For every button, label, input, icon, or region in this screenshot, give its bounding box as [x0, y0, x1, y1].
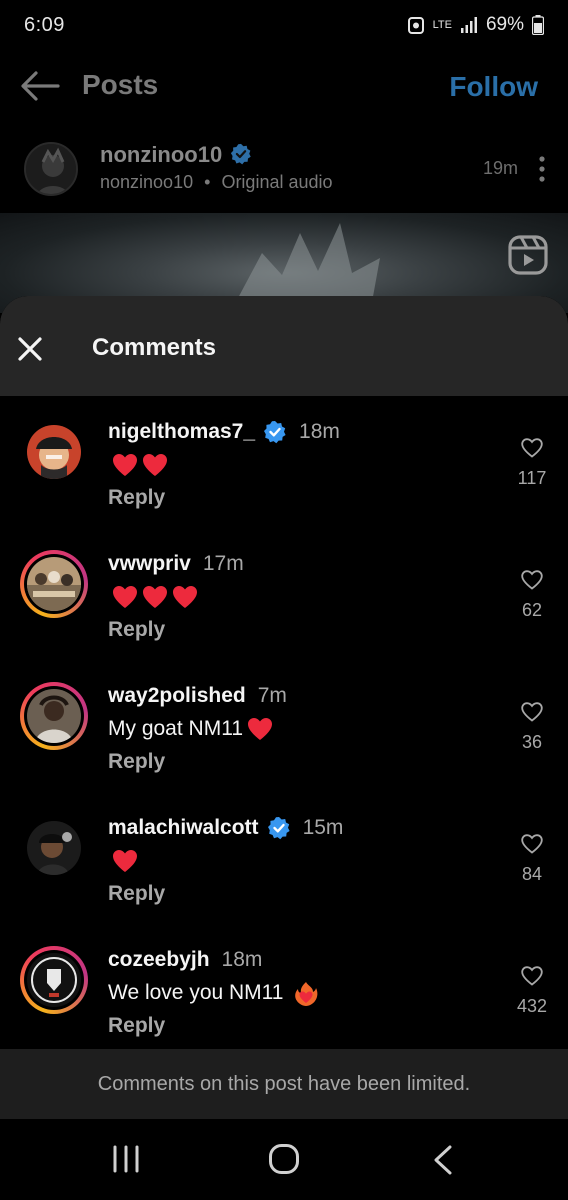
comments-limited-notice: Comments on this post have been limited. — [0, 1049, 568, 1119]
comment-text — [108, 582, 488, 612]
close-icon[interactable] — [17, 336, 43, 362]
comment-like: 36 — [514, 702, 550, 753]
heart-outline-icon[interactable] — [514, 966, 550, 986]
brand-logo-avatar-icon — [27, 953, 81, 1007]
reply-button[interactable]: Reply — [108, 882, 488, 906]
comment-text — [108, 846, 488, 876]
reply-button[interactable]: Reply — [108, 618, 488, 642]
comment-like: 432 — [514, 966, 550, 1017]
post-username[interactable]: nonzinoo10 — [100, 142, 254, 168]
signal-icon — [460, 17, 478, 33]
home-icon[interactable] — [268, 1143, 300, 1175]
red-heart-emoji-icon — [172, 585, 198, 609]
original-audio-link[interactable]: Original audio — [221, 172, 332, 192]
comment-avatar[interactable] — [20, 814, 88, 882]
back-arrow-icon[interactable] — [20, 70, 60, 102]
comment-username[interactable]: vwwpriv — [108, 552, 191, 576]
red-heart-emoji-icon — [112, 453, 138, 477]
system-navigation-bar — [0, 1119, 568, 1200]
comment-avatar[interactable] — [20, 946, 88, 1014]
red-heart-emoji-icon — [112, 849, 138, 873]
comment-avatar[interactable] — [20, 682, 88, 750]
comment-time: 15m — [302, 816, 344, 839]
red-heart-emoji-icon — [247, 717, 273, 741]
post-subtitle-user[interactable]: nonzinoo10 — [100, 172, 193, 192]
comments-title: Comments — [92, 334, 217, 361]
comment-like: 62 — [514, 570, 550, 621]
comment-time: 18m — [299, 420, 340, 443]
verified-badge-icon — [267, 816, 291, 840]
comment-username[interactable]: way2polished — [108, 684, 246, 708]
data-saver-icon — [407, 15, 425, 35]
comment-username[interactable]: nigelthomas7_ — [108, 420, 255, 444]
comment-item: cozeebyjh 18m We love you NM11 Reply 432 — [0, 924, 568, 1056]
heart-outline-icon[interactable] — [514, 702, 550, 722]
like-count: 117 — [517, 468, 547, 488]
comment-text: We love you NM11 — [108, 978, 488, 1008]
comment-avatar[interactable] — [20, 550, 88, 618]
comment-item: way2polished 7m My goat NM11 Reply 36 — [0, 660, 568, 792]
comment-text — [108, 450, 488, 480]
anime-character-avatar-icon — [27, 425, 81, 479]
reply-button[interactable]: Reply — [108, 750, 488, 774]
reply-button[interactable]: Reply — [108, 486, 488, 510]
comments-sheet: Comments nigelthomas7_ 18m Reply 117 vww… — [0, 296, 568, 1119]
cartoon-avatar-icon — [27, 821, 81, 875]
verified-badge-icon — [263, 420, 287, 444]
subtitle-separator: • — [204, 172, 211, 192]
like-count: 432 — [516, 996, 548, 1016]
group-photo-avatar-icon — [27, 557, 81, 611]
person-photo-avatar-icon — [27, 689, 81, 743]
status-bar: 6:09 LTE 69% — [0, 0, 568, 56]
comment-like: 84 — [514, 834, 550, 885]
comment-item: nigelthomas7_ 18m Reply 117 — [0, 396, 568, 528]
comments-list: nigelthomas7_ 18m Reply 117 vwwpriv 17m … — [0, 396, 568, 1056]
comment-avatar[interactable] — [20, 418, 88, 486]
posts-header: Posts Follow — [0, 56, 568, 116]
reply-button[interactable]: Reply — [108, 1014, 488, 1038]
like-count: 36 — [521, 732, 543, 752]
post-subtitle: nonzinoo10 • Original audio — [100, 172, 333, 193]
heart-outline-icon[interactable] — [514, 834, 550, 854]
like-count: 84 — [521, 864, 543, 884]
follow-button[interactable]: Follow — [449, 71, 538, 103]
red-heart-emoji-icon — [142, 585, 168, 609]
battery-percent: 69% — [485, 14, 524, 35]
recent-apps-icon[interactable] — [112, 1145, 140, 1173]
heart-on-fire-emoji-icon — [293, 981, 319, 1006]
back-icon[interactable] — [432, 1145, 454, 1175]
comment-text: My goat NM11 — [108, 714, 488, 744]
post-username-text[interactable]: nonzinoo10 — [100, 142, 222, 168]
post-timestamp: 19m — [482, 158, 518, 178]
comment-item: vwwpriv 17m Reply 62 — [0, 528, 568, 660]
comments-sheet-header: Comments — [0, 296, 568, 396]
comment-time: 18m — [221, 948, 263, 971]
post-author-row: nonzinoo10 nonzinoo10 • Original audio 1… — [0, 130, 568, 210]
like-count: 62 — [521, 600, 543, 620]
reels-icon — [508, 235, 548, 275]
status-time: 6:09 — [24, 14, 65, 36]
post-author-avatar[interactable] — [24, 142, 78, 196]
heart-outline-icon[interactable] — [514, 438, 550, 458]
page-title: Posts — [82, 69, 159, 100]
status-icons: LTE 69% — [407, 14, 544, 36]
comment-item: malachiwalcott 15m Reply 84 — [0, 792, 568, 924]
lte-label: LTE — [432, 18, 452, 31]
more-options-icon[interactable] — [534, 154, 550, 184]
comment-time: 17m — [202, 552, 244, 575]
comment-username[interactable]: cozeebyjh — [108, 948, 210, 972]
verified-badge-icon — [230, 143, 254, 167]
red-heart-emoji-icon — [112, 585, 138, 609]
comment-username[interactable]: malachiwalcott — [108, 816, 259, 840]
background-post-view: 6:09 LTE 69% Posts Follow nonzinoo10 non… — [0, 0, 568, 313]
red-heart-emoji-icon — [142, 453, 168, 477]
comment-time: 7m — [257, 684, 287, 707]
comment-like: 117 — [514, 438, 550, 489]
battery-icon — [532, 15, 544, 35]
heart-outline-icon[interactable] — [514, 570, 550, 590]
